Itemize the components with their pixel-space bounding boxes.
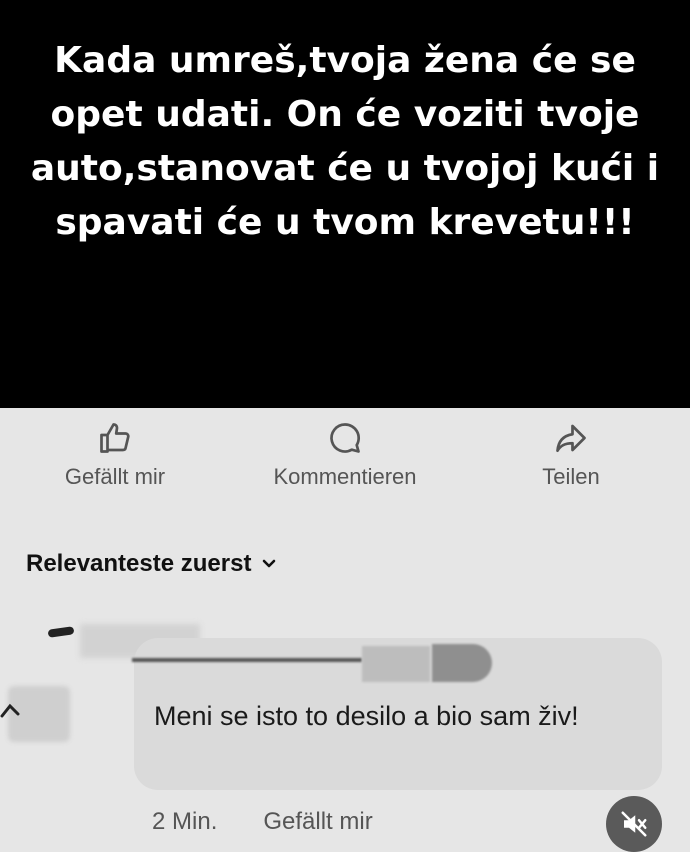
comment: Meni se isto to desilo a bio sam živ! 2 … (0, 610, 690, 847)
comment-button[interactable]: Kommentieren (250, 420, 440, 490)
comment-text: Meni se isto to desilo a bio sam živ! (154, 701, 579, 731)
comment-like-link[interactable]: Gefällt mir (263, 808, 372, 836)
speaker-muted-icon (621, 811, 647, 837)
post-text: Kada umreš,tvoja žena će se opet udati. … (30, 40, 660, 243)
comment-button-label: Kommentieren (273, 464, 417, 489)
blurred-author-name (132, 658, 362, 662)
like-button-label: Gefällt mir (64, 464, 166, 489)
blurred-area (432, 644, 492, 682)
share-button[interactable]: Teilen (530, 420, 612, 490)
share-button-label: Teilen (542, 464, 600, 489)
thumbs-up-icon (100, 423, 130, 453)
post-image: Kada umreš,tvoja žena će se opet udati. … (0, 0, 690, 408)
comment-meta: 2 Min. Gefällt mir (152, 808, 373, 836)
redaction-mark (0, 703, 20, 718)
sort-label: Relevanteste zuerst (26, 550, 252, 577)
blurred-area (362, 646, 430, 682)
post-action-bar: Gefällt mir Kommentieren Teilen (0, 420, 690, 500)
chevron-down-icon (263, 559, 276, 568)
redaction-mark (47, 626, 75, 638)
comment-timestamp: 2 Min. (152, 808, 218, 835)
mute-button[interactable] (606, 796, 662, 852)
speech-bubble-icon (330, 423, 360, 453)
comment-sort-dropdown[interactable]: Relevanteste zuerst (26, 550, 277, 578)
share-arrow-icon (556, 424, 586, 453)
like-button[interactable]: Gefällt mir (48, 420, 182, 490)
